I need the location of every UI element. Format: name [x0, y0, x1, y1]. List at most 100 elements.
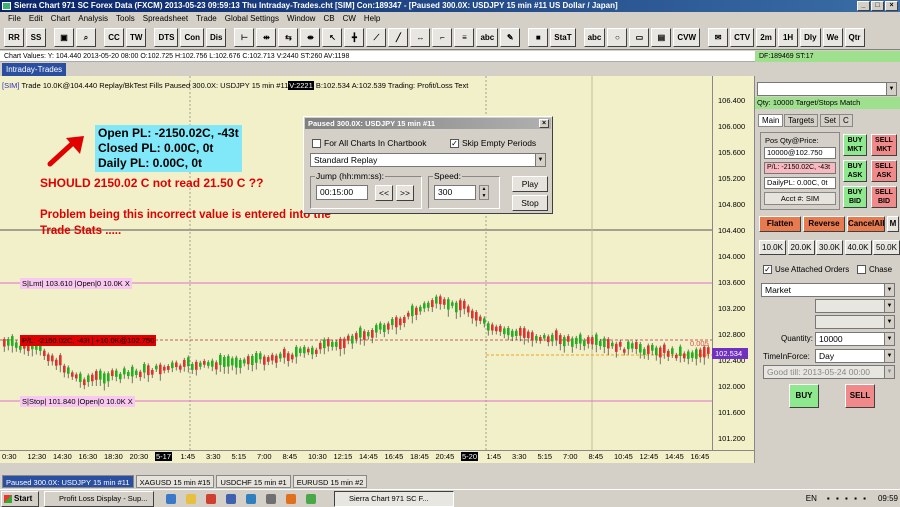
toolbar-button-1[interactable]: SS [26, 27, 46, 47]
chevron-down-icon[interactable]: ▼ [884, 350, 894, 362]
qty-button-50.0k[interactable]: 50.0K [873, 240, 900, 255]
chevron-down-icon[interactable]: ▼ [884, 284, 894, 296]
toolbar-button-19[interactable]: ≡ [454, 27, 475, 47]
start-button[interactable]: Start [1, 491, 39, 507]
menu-item-help[interactable]: Help [360, 12, 384, 25]
buy-ask-button[interactable]: BUY ASK [843, 160, 867, 182]
buy-button[interactable]: BUY [789, 384, 819, 408]
sell-bid-button[interactable]: SELL BID [871, 186, 897, 208]
menu-item-global-settings[interactable]: Global Settings [221, 12, 283, 25]
toolbar-button-20[interactable]: abc [476, 27, 499, 47]
skip-empty-box[interactable]: ✓ [450, 138, 459, 148]
menu-item-file[interactable]: File [4, 12, 25, 25]
buy-bid-button[interactable]: BUY BID [843, 186, 867, 208]
qty-button-20.0k[interactable]: 20.0K [787, 240, 815, 255]
good-till-field[interactable]: Good till: 2013-05-24 00:00 ▼ [763, 365, 895, 379]
maximize-button[interactable]: □ [871, 1, 884, 11]
jump-back-button[interactable]: << [375, 185, 393, 201]
toolbar-button-12[interactable]: ⇼ [300, 27, 321, 47]
firefox-icon[interactable] [286, 494, 296, 504]
toolbar-button-33[interactable]: Dly [800, 27, 821, 47]
replay-dialog-close-button[interactable]: × [539, 119, 549, 128]
tab-c[interactable]: C [839, 114, 853, 127]
qty-button-30.0k[interactable]: 30.0K [816, 240, 843, 255]
chevron-down-icon[interactable]: ▼ [886, 83, 896, 95]
toolbar-button-6[interactable]: DTS [154, 27, 179, 47]
menu-item-chart[interactable]: Chart [47, 12, 75, 25]
speed-spinner[interactable]: ▲ ▼ [479, 185, 489, 200]
taskbar-item-profit-loss[interactable]: Profit Loss Display - Sup... [44, 491, 154, 507]
toolbar-button-3[interactable]: ⌕ [76, 27, 96, 47]
chart-icon[interactable] [306, 494, 316, 504]
skip-empty-checkbox[interactable]: ✓ Skip Empty Periods [450, 138, 536, 148]
word-icon[interactable] [226, 494, 236, 504]
toolbar-button-10[interactable]: ⇹ [256, 27, 277, 47]
toolbar-button-31[interactable]: 2m [756, 27, 777, 47]
menu-item-trade[interactable]: Trade [192, 12, 221, 25]
limit-order-label[interactable]: S|Lmt| 103.610 |Open|0 10.0K X [20, 278, 132, 289]
toolbar-button-8[interactable]: Dis [206, 27, 227, 47]
chartbook-tab[interactable]: EURUSD 15 min #2 [292, 475, 368, 488]
toolbar-button-22[interactable]: ■ [528, 27, 549, 47]
speed-input[interactable]: 300 [434, 185, 476, 200]
toolbar-button-14[interactable]: ╋ [344, 27, 365, 47]
chevron-down-icon[interactable]: ▼ [535, 154, 545, 166]
jump-input[interactable]: 00:15:00 [316, 185, 368, 200]
quantity-field[interactable]: 10000 ▼ [815, 332, 895, 346]
toolbar-button-18[interactable]: ⌐ [432, 27, 453, 47]
app-icon[interactable] [266, 494, 276, 504]
toolbar-button-5[interactable]: TW [126, 27, 147, 47]
toolbar-button-30[interactable]: CTV [730, 27, 755, 47]
buy-market-button[interactable]: BUY MKT [843, 134, 867, 156]
all-charts-checkbox[interactable]: For All Charts In Chartbook [312, 138, 427, 148]
menu-item-cw[interactable]: CW [339, 12, 360, 25]
clock[interactable]: 09:59 [878, 492, 898, 506]
toolbar-button-35[interactable]: Qtr [844, 27, 865, 47]
sell-ask-button[interactable]: SELL ASK [871, 160, 897, 182]
toolbar-button-21[interactable]: ✎ [500, 27, 521, 47]
play-button[interactable]: Play [512, 176, 548, 192]
reverse-button[interactable]: Reverse [803, 216, 845, 232]
qty-button-10.0k[interactable]: 10.0K [759, 240, 786, 255]
jump-forward-button[interactable]: >> [396, 185, 414, 201]
toolbar-button-16[interactable]: ╱ [388, 27, 409, 47]
account-label[interactable]: Acct #: SIM [764, 192, 836, 205]
menu-item-analysis[interactable]: Analysis [74, 12, 112, 25]
use-attached-box[interactable]: ✓ [763, 265, 772, 274]
sell-button[interactable]: SELL [845, 384, 875, 408]
tab-targets[interactable]: Targets [784, 114, 819, 127]
toolbar-button-29[interactable]: ✉ [708, 27, 729, 47]
all-charts-box[interactable] [312, 138, 321, 148]
chartbook-tab[interactable]: Paused 300.0X: USDJPY 15 min #11 [2, 475, 134, 488]
cancel-all-button[interactable]: CancelAll [847, 216, 885, 232]
toolbar-button-11[interactable]: ⇆ [278, 27, 299, 47]
tab-set[interactable]: Set [820, 114, 841, 127]
menu-item-window[interactable]: Window [283, 12, 319, 25]
order-extra-select-2[interactable]: ▼ [815, 315, 895, 329]
menu-item-spreadsheet[interactable]: Spreadsheet [139, 12, 192, 25]
folder-icon[interactable] [186, 494, 196, 504]
toolbar-button-0[interactable]: RR [4, 27, 24, 47]
ie-icon[interactable] [166, 494, 176, 504]
chart-tab-intraday-trades[interactable]: Intraday-Trades [2, 63, 67, 76]
toolbar-button-26[interactable]: ▭ [629, 27, 650, 47]
chase-box[interactable] [857, 265, 866, 274]
position-label[interactable]: P/L: -2150.02C, -43t | +10.0K@102.750 [20, 335, 157, 346]
chartbook-tab[interactable]: USDCHF 15 min #1 [216, 475, 291, 488]
stop-order-label[interactable]: S|Stop| 101.840 |Open|0 10.0K X [20, 396, 135, 407]
toolbar-button-2[interactable]: ▣ [54, 27, 74, 47]
chevron-down-icon[interactable]: ▼ [884, 333, 894, 345]
order-type-select[interactable]: Market ▼ [761, 283, 895, 297]
toolbar-button-23[interactable]: StaT [550, 27, 576, 47]
toolbar-button-4[interactable]: CC [104, 27, 124, 47]
menu-item-cb[interactable]: CB [319, 12, 338, 25]
chartbook-tab[interactable]: XAGUSD 15 min #15 [135, 475, 215, 488]
chevron-down-icon[interactable]: ▼ [884, 366, 894, 378]
toolbar-button-13[interactable]: ↖ [322, 27, 343, 47]
trade-top-select[interactable]: ▼ [757, 82, 897, 96]
taskbar-item-sierra-chart[interactable]: Sierra Chart 971 SC F... [334, 491, 454, 507]
chevron-down-icon[interactable]: ▼ [884, 316, 894, 328]
close-button[interactable]: × [885, 1, 898, 11]
toolbar-button-9[interactable]: ⊢ [234, 27, 255, 47]
tab-main[interactable]: Main [758, 114, 784, 127]
